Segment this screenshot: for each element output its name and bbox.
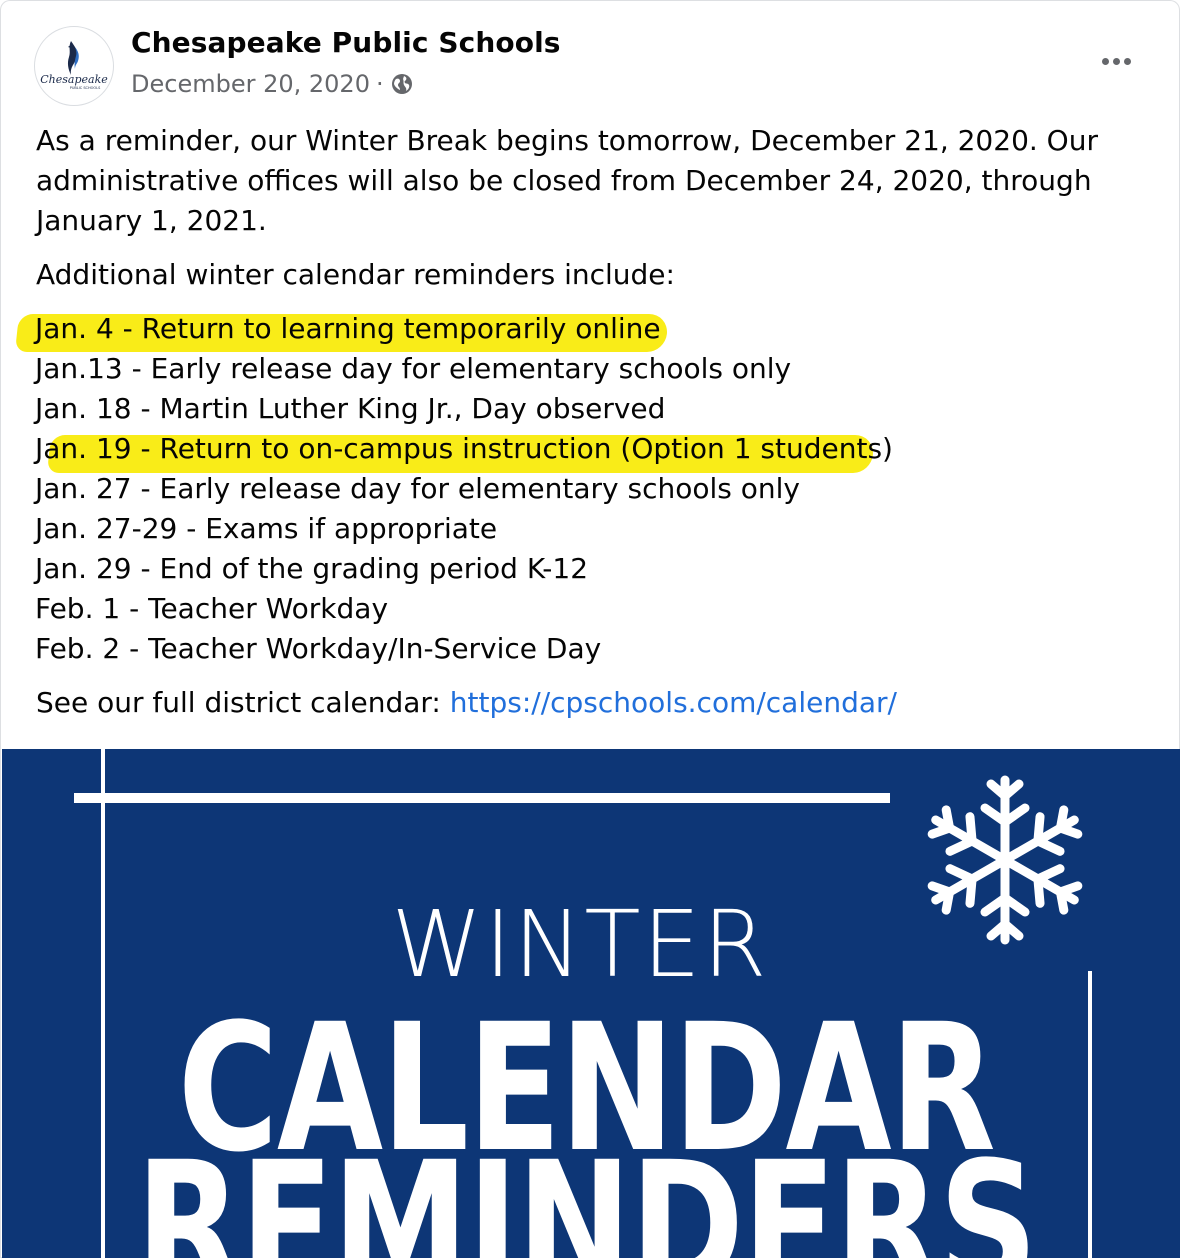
post-body: As a reminder, our Winter Break begins t…	[15, 121, 1146, 723]
calendar-line: See our full district calendar: https://…	[36, 683, 1146, 723]
more-options-button[interactable]	[1090, 44, 1142, 78]
post-image[interactable]: WINTER CALENDAR REMINDERS	[2, 749, 1180, 1258]
intro-paragraph: As a reminder, our Winter Break begins t…	[36, 124, 1098, 237]
reminder-text: Jan. 27-29 - Exams if appropriate	[35, 512, 498, 545]
reminder-item: Jan. 29 - End of the grading period K-12	[35, 549, 1146, 589]
frame-line-top	[74, 793, 890, 803]
reminder-text: Feb. 1 - Teacher Workday	[35, 592, 389, 625]
post-header: Chesapeake PUBLIC SCHOOLS Chesapeake Pub…	[0, 0, 1180, 120]
facebook-post: Chesapeake PUBLIC SCHOOLS Chesapeake Pub…	[0, 0, 1180, 1258]
frame-line-left	[101, 749, 105, 1258]
reminder-item: Jan. 27 - Early release day for elementa…	[35, 469, 1146, 509]
page-name[interactable]: Chesapeake Public Schools	[131, 26, 561, 59]
page-avatar[interactable]: Chesapeake PUBLIC SCHOOLS	[34, 26, 114, 106]
more-dot-icon	[1112, 57, 1120, 65]
reminders-list: Jan. 4 - Return to learning temporarily …	[15, 309, 1146, 669]
reminder-item: Jan.13 - Early release day for elementar…	[35, 349, 1146, 389]
reminder-item: Jan. 27-29 - Exams if appropriate	[35, 509, 1146, 549]
reminder-text: Jan. 18 - Martin Luther King Jr., Day ob…	[35, 392, 666, 425]
post-date[interactable]: December 20, 2020	[131, 70, 370, 98]
globe-icon[interactable]	[390, 72, 414, 96]
reminder-item: Feb. 2 - Teacher Workday/In-Service Day	[35, 629, 1146, 669]
reminder-item: Jan. 4 - Return to learning temporarily …	[15, 309, 1146, 352]
reminder-text: Jan. 27 - Early release day for elementa…	[35, 472, 800, 505]
reminders-intro: Additional winter calendar reminders inc…	[36, 258, 675, 291]
graphic-title-winter: WINTER	[391, 891, 769, 998]
svg-text:Chesapeake: Chesapeake	[40, 73, 108, 86]
more-dot-icon	[1101, 57, 1109, 65]
graphic-title-reminders: REMINDERS	[135, 1124, 1038, 1258]
calendar-link[interactable]: https://cpschools.com/calendar/	[450, 686, 897, 719]
reminder-text: Jan.13 - Early release day for elementar…	[35, 352, 792, 385]
meta-separator: ·	[375, 70, 384, 98]
frame-line-right	[1088, 971, 1092, 1258]
reminder-text: Feb. 2 - Teacher Workday/In-Service Day	[35, 632, 602, 665]
post-meta: December 20, 2020 ·	[131, 68, 414, 100]
reminder-item: Feb. 1 - Teacher Workday	[35, 589, 1146, 629]
reminder-text: Jan. 4 - Return to learning temporarily …	[35, 312, 661, 345]
reminder-text: Jan. 19 - Return to on-campus instructio…	[35, 432, 893, 465]
reminder-text: Jan. 29 - End of the grading period K-12	[35, 552, 589, 585]
calendar-prefix: See our full district calendar:	[36, 686, 450, 719]
reminder-item: Jan. 19 - Return to on-campus instructio…	[35, 429, 1146, 473]
svg-text:PUBLIC SCHOOLS: PUBLIC SCHOOLS	[70, 86, 101, 90]
more-dot-icon	[1123, 57, 1131, 65]
chesapeake-logo: Chesapeake PUBLIC SCHOOLS	[40, 41, 108, 90]
reminder-item: Jan. 18 - Martin Luther King Jr., Day ob…	[35, 389, 1146, 429]
